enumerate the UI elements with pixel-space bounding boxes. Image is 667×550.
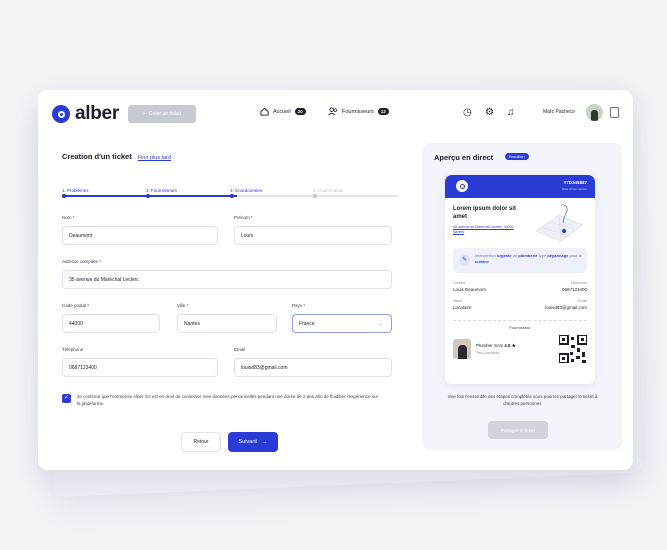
- city-label: Ville *: [177, 303, 189, 308]
- postal-code-label: Code postal *: [62, 303, 90, 308]
- city-field[interactable]: Nantes: [177, 314, 277, 333]
- country-label: Pays *: [292, 303, 306, 308]
- wrench-icon: ✎: [459, 255, 470, 266]
- supplier-title: Fournisseur: [509, 325, 531, 330]
- nav-home-label: Accueil: [273, 108, 291, 115]
- email-label: Email: [234, 347, 246, 352]
- new-ticket-button[interactable]: + Créer un ticket: [128, 105, 196, 123]
- phone-field[interactable]: 0687123400: [62, 358, 218, 377]
- status-value: Locataire: [453, 305, 472, 310]
- email-label: Email: [578, 299, 587, 303]
- phone-label: Téléphone: [570, 281, 587, 285]
- ticket-form: Creation d'un ticket Finir plus tard 1. …: [62, 152, 398, 452]
- divider: [453, 320, 587, 321]
- address-field[interactable]: 35 avenue du Maréchal Leclerc: [62, 270, 392, 289]
- share-ticket-button[interactable]: Partager le ticket: [488, 421, 548, 439]
- nav-suppliers[interactable]: Fournisseurs 12: [328, 107, 389, 116]
- step-suppliers[interactable]: 2. Fournisseurs: [146, 188, 177, 198]
- chevron-down-icon: ⌄: [377, 321, 383, 327]
- avatar[interactable]: [586, 104, 603, 121]
- last-name-label: Nom *: [62, 215, 75, 220]
- step-problems[interactable]: 1. Problèmes: [62, 188, 89, 198]
- bell-icon[interactable]: ♫: [507, 107, 515, 119]
- first-name-field[interactable]: Louis: [234, 226, 392, 245]
- ticket-address[interactable]: 35 avenue du Maréchal Leclerc, 44000 Nan…: [453, 225, 518, 235]
- ticket-id: #7D345887: [563, 180, 587, 185]
- logo[interactable]: alber: [52, 103, 119, 125]
- gear-icon[interactable]: ⚙: [485, 107, 494, 119]
- arrow-right-icon: →: [261, 439, 268, 445]
- team-icon: [328, 107, 337, 116]
- nav-suppliers-count: 12: [377, 108, 389, 115]
- step-confirmation[interactable]: 4. Confirmation: [313, 188, 344, 198]
- consent-checkbox[interactable]: ✓: [62, 394, 71, 403]
- supplier-photo: [453, 339, 471, 359]
- ticket-date: Date d'intervention: [562, 187, 587, 191]
- email-value: louisd83@gmail.com: [545, 305, 587, 310]
- intervention-summary: ✎ Intervention urgente de plomberie type…: [453, 248, 587, 273]
- new-ticket-label: Créer un ticket: [148, 111, 182, 117]
- ticket-name: Lorem ipsum dolor sit amet: [453, 206, 517, 220]
- app-window: alber + Créer un ticket Accueil 20 Fourn…: [38, 90, 633, 470]
- contact-label: Contact: [453, 281, 466, 285]
- ticket-card: #7D345887 Date d'intervention Lorem ipsu…: [445, 175, 595, 384]
- first-name-label: Prénom *: [234, 215, 253, 220]
- logo-text: alber: [75, 103, 119, 124]
- qr-code-icon: [559, 335, 587, 363]
- phone-label: Téléphone: [62, 347, 84, 352]
- status-label: Statut: [453, 299, 463, 303]
- nav-home-count: 20: [294, 108, 306, 115]
- consent-text: Je confirme que l'entreprise Alber SA es…: [77, 394, 379, 406]
- step-details[interactable]: 3. Coordonnées: [230, 188, 262, 198]
- address-label: Adresse complète *: [62, 259, 102, 264]
- top-bar: alber + Créer un ticket Accueil 20 Fourn…: [38, 90, 633, 138]
- share-hint: Une fois l'ensemble des étapes complétés…: [447, 394, 598, 406]
- home-icon: [260, 107, 269, 116]
- phone-value: 0687123400: [561, 287, 587, 292]
- clock-icon[interactable]: ◷: [463, 107, 472, 119]
- preview-title: Aperçu en direct: [434, 153, 494, 162]
- country-select[interactable]: France ⌄: [292, 314, 392, 333]
- nav-home[interactable]: Accueil 20: [260, 107, 306, 116]
- user-name[interactable]: Marc Pacheco: [543, 109, 575, 115]
- last-name-field[interactable]: Deaumont: [62, 226, 218, 245]
- nav-suppliers-label: Fournisseurs: [342, 108, 374, 115]
- alber-logo-icon: [52, 105, 70, 123]
- back-button[interactable]: Retour: [181, 432, 221, 452]
- map-icon: [535, 204, 584, 242]
- plus-icon: +: [142, 111, 146, 117]
- ticket-header: #7D345887 Date d'intervention: [445, 175, 595, 198]
- supplier-contact: Paul Lamarelle: [476, 351, 500, 355]
- email-field[interactable]: louisd83@gmail.com: [234, 358, 392, 377]
- status-badge: Brouillon: [505, 153, 529, 160]
- alber-logo-icon: [456, 180, 468, 192]
- next-button[interactable]: Suivant →: [228, 432, 278, 452]
- contact-value: Louis Deaumont: [453, 287, 486, 292]
- live-preview-panel: Aperçu en direct Brouillon #7D345887 Dat…: [422, 143, 622, 450]
- page-title: Creation d'un ticket: [62, 152, 132, 161]
- finish-later-link[interactable]: Finir plus tard: [138, 155, 171, 161]
- postal-code-field[interactable]: 44000: [62, 314, 160, 333]
- country-value: France: [299, 320, 315, 327]
- supplier-name: Plumber SAS 4.5 ★: [476, 343, 516, 348]
- next-label: Suivant: [238, 439, 257, 445]
- logout-icon[interactable]: [610, 107, 619, 118]
